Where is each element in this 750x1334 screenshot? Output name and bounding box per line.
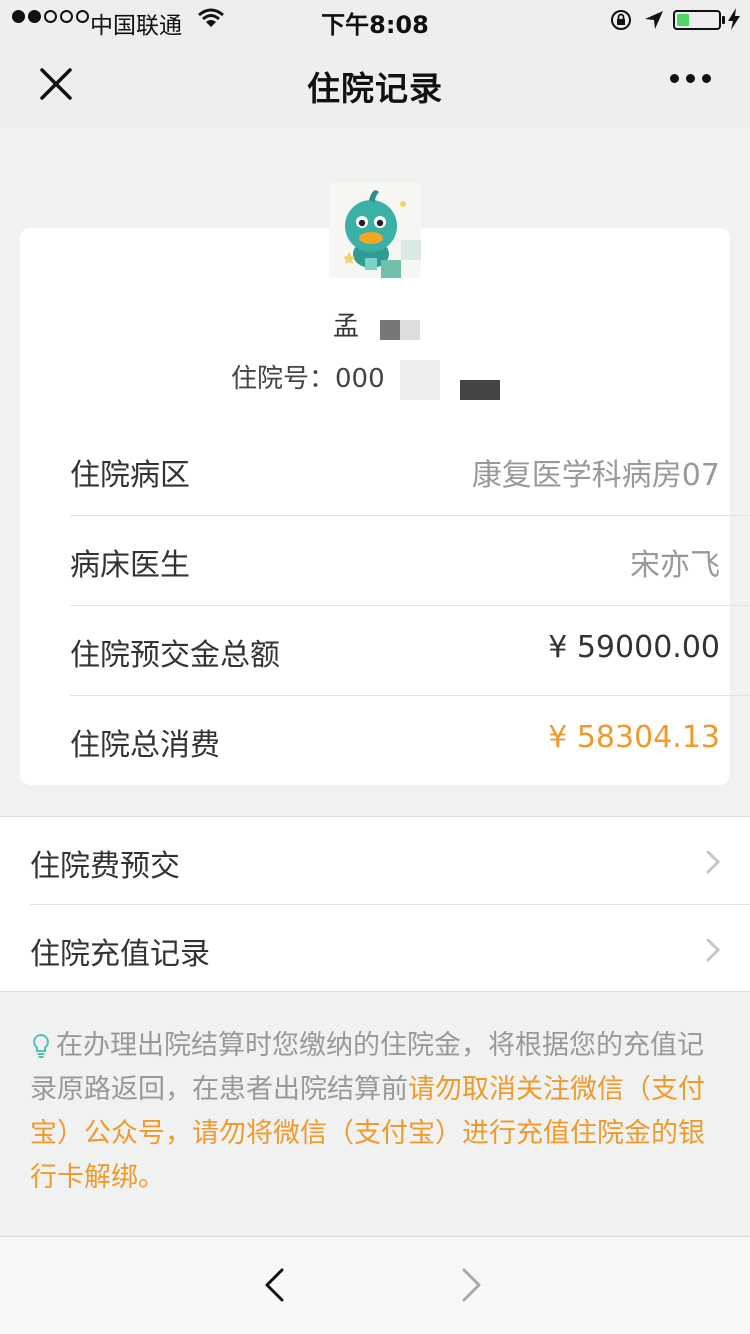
detail-value: 康复医学科病房07	[471, 458, 720, 493]
refund-notice: 在办理出院结算时您缴纳的住院金，将根据您的充值记录原路返回，在患者出院结算前请勿…	[30, 1024, 720, 1200]
detail-value: ¥ 58304.13	[548, 720, 720, 755]
back-arrow-icon[interactable]	[262, 1267, 286, 1303]
battery-icon	[673, 10, 721, 30]
more-options-icon[interactable]	[670, 74, 711, 83]
status-bar: 中国联通 下午8:08	[0, 0, 750, 40]
chevron-right-icon	[706, 850, 720, 874]
detail-row-ward: 住院病区 康复医学科病房07	[70, 426, 750, 516]
browser-toolbar	[0, 1236, 750, 1334]
menu-item-label: 住院充值记录	[30, 937, 210, 972]
detail-value: ¥ 59000.00	[548, 630, 720, 665]
privacy-mosaic	[400, 320, 420, 340]
forward-arrow-icon[interactable]	[460, 1267, 484, 1303]
chevron-right-icon	[706, 938, 720, 962]
inpatient-number: 住院号：000	[231, 364, 385, 394]
battery-cap	[722, 16, 725, 24]
menu-item-label: 住院费预交	[30, 849, 180, 884]
patient-name: 孟	[333, 312, 360, 342]
lightbulb-icon	[33, 1033, 49, 1058]
detail-label: 住院病区	[70, 458, 190, 493]
location-arrow-icon	[645, 11, 663, 29]
privacy-mosaic	[460, 380, 500, 400]
detail-label: 病床医生	[70, 548, 190, 583]
duck-mascot-icon	[343, 190, 421, 278]
navigation-bar: 住院记录	[0, 40, 750, 128]
charging-bolt-icon	[728, 8, 740, 30]
detail-row-doctor: 病床医生 宋亦飞	[70, 516, 750, 606]
avatar	[329, 182, 421, 278]
privacy-mosaic	[380, 320, 400, 340]
detail-row-total-consumption: 住院总消费 ¥ 58304.13	[70, 696, 750, 786]
menu-item-prepay[interactable]: 住院费预交	[30, 817, 750, 905]
privacy-mosaic	[400, 360, 440, 400]
orientation-lock-icon	[611, 10, 631, 30]
inpatient-info-card: 住院病区 康复医学科病房07 病床医生 宋亦飞 住院预交金总额 ¥ 59000.…	[20, 228, 750, 785]
menu-item-recharge-records[interactable]: 住院充值记录	[30, 905, 750, 993]
detail-value: 宋亦飞	[630, 548, 720, 583]
page-title: 住院记录	[307, 69, 443, 108]
detail-label: 住院预交金总额	[70, 638, 280, 673]
detail-label: 住院总消费	[70, 728, 220, 763]
status-time: 下午8:08	[321, 11, 429, 39]
detail-row-deposit-total: 住院预交金总额 ¥ 59000.00	[70, 606, 750, 696]
action-list: 住院费预交 住院充值记录	[0, 816, 750, 992]
